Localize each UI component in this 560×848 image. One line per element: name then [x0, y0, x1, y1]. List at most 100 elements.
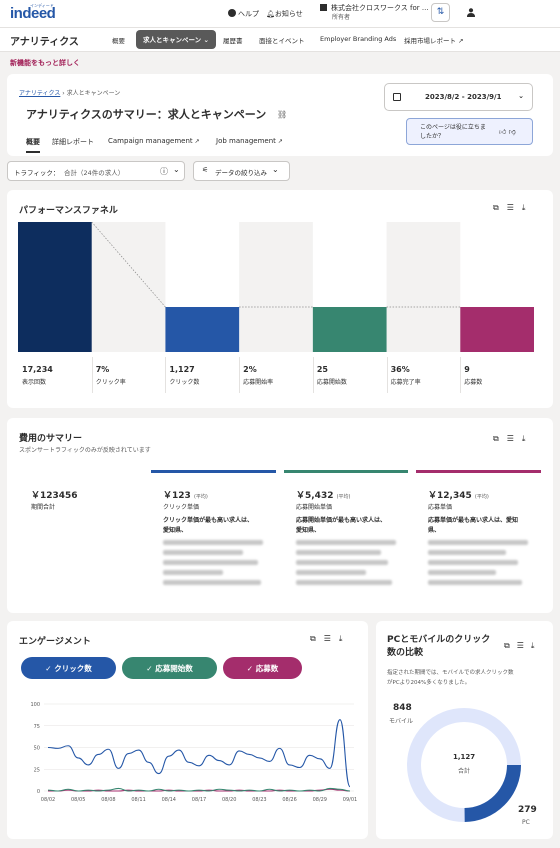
nav-tab-overview[interactable]: 概要	[112, 35, 125, 45]
download-icon[interactable]: ⤓	[339, 634, 351, 643]
funnel-stage-value: 36%	[390, 365, 410, 374]
engagement-line-chart: 100 75 50 25 008/02 08/05 08/08 08/11 08/14 08/17…	[30, 702, 357, 803]
funnel-stage-value: 17,234	[22, 365, 53, 374]
nav-tab-resumes[interactable]: 履歴書	[223, 35, 243, 45]
funnel-divider	[239, 357, 241, 393]
y-tick-label: 50	[34, 746, 40, 752]
y-tick-label: 25	[34, 767, 40, 773]
funnel-bar-starts[interactable]	[312, 307, 387, 352]
applies-series-toggle[interactable]: ✓ 応募数	[223, 657, 302, 679]
list-icon[interactable]: ☰	[324, 634, 339, 643]
org-name: 株式会社クロスワークス for ...	[331, 4, 429, 12]
device-desc-line1: 指定された期間では、モバイルでの求人クリック数	[387, 670, 514, 676]
funnel-bar-applies[interactable]	[460, 307, 534, 352]
traffic-filter-dropdown[interactable]: トラフィック： 合計（24件の求人） ⓘ ⌄	[7, 161, 185, 181]
redacted-line	[163, 570, 223, 575]
info-icon[interactable]: ⓘ	[160, 166, 168, 177]
download-icon[interactable]: ⤓	[522, 203, 534, 212]
user-icon[interactable]	[467, 8, 475, 17]
download-icon[interactable]: ⤓	[522, 434, 534, 443]
traffic-filter-value: 合計（24件の求人）	[64, 169, 125, 177]
starts-series-toggle[interactable]: ✓ 応募開始数	[122, 657, 217, 679]
thumbs-down-icon[interactable]: 👎︎	[509, 128, 516, 136]
cpc-label: クリック単価	[163, 504, 200, 511]
device-title-line1: PCとモバイルのクリック	[387, 635, 491, 645]
chevron-down-icon: ⌄	[518, 92, 524, 100]
cpc-note-line2: 愛知県、	[163, 527, 188, 534]
org-switcher[interactable]: 株式会社クロスワークス for ... 所有者	[320, 4, 429, 22]
thumbs-up-icon[interactable]: 👍︎	[499, 128, 506, 136]
cps-amount: ￥5,432	[296, 491, 334, 501]
external-link-icon: ↗	[194, 138, 200, 145]
bell-icon: 🔔︎	[266, 10, 275, 18]
date-range-value: 2023/8/2 - 2023/9/1	[425, 93, 502, 101]
funnel-divider	[91, 357, 93, 393]
tab-campaign-management[interactable]: Campaign management ↗	[108, 137, 200, 145]
donut-pc-segment[interactable]	[464, 764, 521, 822]
x-tick-label: 08/17	[192, 797, 206, 803]
x-tick-label: 09/01	[343, 797, 357, 803]
funnel-stage-value: 9	[464, 365, 470, 374]
cost-subtitle: スポンサートラフィックのみが反映されています	[19, 447, 151, 454]
check-icon: ✓	[45, 664, 55, 673]
funnel-stage-value: 1,127	[169, 365, 195, 374]
clicks-series-toggle[interactable]: ✓ クリック数	[21, 657, 116, 679]
expand-icon[interactable]: ⧉	[504, 641, 517, 650]
analytics-nav: アナリティクス 概要 求人とキャンペーン ⌄ 履歴書 面接とイベント Emplo…	[0, 28, 560, 52]
redacted-line	[296, 580, 392, 585]
breadcrumb-separator: ›	[62, 90, 65, 97]
breadcrumb-root-link[interactable]: アナリティクス	[19, 90, 60, 97]
expand-icon[interactable]: ⧉	[310, 634, 324, 643]
funnel-stage-label: 応募開始率	[243, 379, 274, 386]
device-desc-line2: がPCより204%多くなりました。	[387, 680, 471, 686]
cpa-amount: ￥12,345	[428, 491, 472, 501]
list-icon[interactable]: ☰	[517, 641, 531, 650]
funnel-divider	[312, 357, 314, 393]
cpc-avg: (平均)	[193, 494, 208, 500]
switch-account-button[interactable]: ⇅	[431, 3, 450, 22]
device-actions: ⧉☰⤓	[504, 641, 541, 651]
funnel-bar-clicks[interactable]	[165, 307, 240, 352]
nav-tab-employer-branding[interactable]: Employer Branding Ads	[320, 35, 396, 43]
download-icon[interactable]: ⤓	[531, 641, 542, 650]
refine-data-button[interactable]: ⚟ データの絞り込み ⌄	[193, 161, 290, 181]
nav-tab-market-report[interactable]: 採用市場レポート ↗	[404, 35, 464, 45]
list-icon[interactable]: ☰	[507, 434, 522, 443]
new-feature-link[interactable]: 新機能をもっと詳しく	[10, 58, 80, 68]
x-tick-label: 08/26	[282, 797, 296, 803]
expand-icon[interactable]: ⧉	[493, 203, 507, 212]
redacted-line	[428, 540, 528, 545]
x-tick-label: 08/02	[41, 797, 55, 803]
nav-tab-interviews-events[interactable]: 面接とイベント	[259, 35, 305, 45]
funnel-bar-impressions[interactable]	[18, 222, 92, 352]
notifications-link[interactable]: 🔔︎お知らせ	[266, 9, 303, 19]
redacted-line	[163, 550, 243, 555]
funnel-stage-label: 応募数	[464, 379, 483, 386]
applies-toggle-label: 応募数	[255, 664, 279, 673]
tab-job-management-label: Job management	[216, 137, 276, 145]
nav-tab-jobs-campaigns[interactable]: 求人とキャンペーン ⌄	[136, 30, 216, 49]
pc-label: PC	[522, 819, 530, 826]
tab-summary[interactable]: 概要	[26, 137, 40, 153]
tab-job-management[interactable]: Job management ↗	[216, 137, 283, 145]
funnel-chart	[18, 222, 534, 352]
copy-link-icon[interactable]: ⛓︎	[277, 110, 287, 119]
funnel-title: パフォーマンスファネル	[19, 206, 118, 216]
redacted-line	[428, 580, 522, 585]
tab-campaign-management-label: Campaign management	[108, 137, 193, 145]
tab-detail-report[interactable]: 詳細レポート	[52, 137, 94, 147]
refine-data-label: データの絞り込み	[215, 169, 267, 177]
x-tick-label: 08/20	[222, 797, 236, 803]
cpa-avg: (平均)	[474, 494, 489, 500]
redacted-line	[428, 550, 506, 555]
date-range-picker[interactable]: 2023/8/2 - 2023/9/1 ⌄	[384, 83, 533, 111]
total-label: 合計	[458, 768, 471, 775]
funnel-divider	[460, 357, 462, 393]
help-link[interactable]: ヘルプ	[228, 9, 259, 19]
nav-title: アナリティクス	[10, 37, 79, 48]
x-tick-label: 08/29	[313, 797, 327, 803]
expand-icon[interactable]: ⧉	[493, 434, 507, 443]
list-icon[interactable]: ☰	[507, 203, 522, 212]
indeed-logo[interactable]: indeed	[10, 5, 56, 22]
y-tick-label: 100	[30, 702, 40, 708]
